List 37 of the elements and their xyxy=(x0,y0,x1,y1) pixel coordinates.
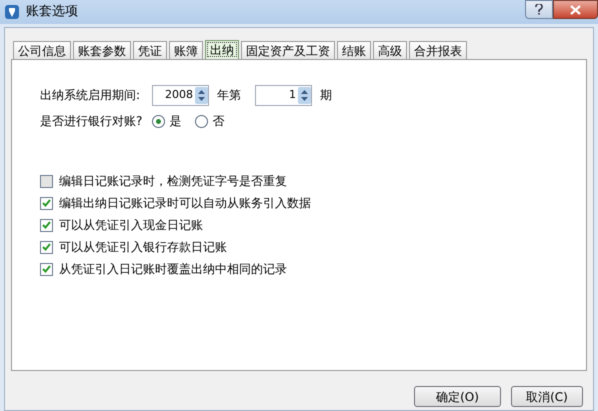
window-title: 账套选项 xyxy=(26,3,78,22)
reconcile-label: 是否进行银行对账? xyxy=(40,113,142,130)
option-label: 可以从凭证引入现金日记账 xyxy=(59,217,203,234)
checkbox[interactable] xyxy=(40,240,53,254)
checkbox[interactable] xyxy=(40,218,53,232)
tab[interactable]: 合并报表 xyxy=(409,41,467,59)
question-icon xyxy=(535,4,543,15)
tab[interactable]: 账套参数 xyxy=(73,41,131,59)
checkbox[interactable] xyxy=(40,196,53,210)
period-suffix: 期 xyxy=(320,87,332,104)
tab[interactable]: 高级 xyxy=(373,41,407,59)
close-icon xyxy=(570,4,581,14)
tab[interactable]: 出纳 xyxy=(205,40,239,59)
option-label: 从凭证引入日记账时覆盖出纳中相同的记录 xyxy=(59,261,287,278)
ok-button[interactable]: 确定(O) xyxy=(414,386,501,407)
tab[interactable]: 账簿 xyxy=(169,41,203,59)
option-label: 编辑日记账记录时，检测凭证字号是否重复 xyxy=(59,173,287,190)
option-label: 编辑出纳日记账记录时可以自动从账务引入数据 xyxy=(59,195,311,212)
help-button[interactable] xyxy=(525,0,553,19)
app-icon xyxy=(4,4,20,20)
close-button[interactable] xyxy=(553,0,598,19)
spin-arrows-icon xyxy=(195,86,208,104)
year-spinner[interactable]: 2008 xyxy=(152,84,210,106)
radio-option[interactable]: 是 xyxy=(152,112,182,130)
cancel-button[interactable]: 取消(C) xyxy=(511,386,583,407)
tab[interactable]: 凭证 xyxy=(133,41,167,59)
spin-arrows-icon xyxy=(298,86,312,104)
option-label: 可以从凭证引入银行存款日记账 xyxy=(59,239,227,256)
year-suffix: 年第 xyxy=(217,87,242,104)
tab[interactable]: 结账 xyxy=(337,41,371,59)
checkbox[interactable] xyxy=(40,174,53,188)
tab[interactable]: 公司信息 xyxy=(13,41,71,59)
tab[interactable]: 固定资产及工资 xyxy=(241,41,335,59)
radio-option[interactable]: 否 xyxy=(195,112,224,130)
period-spinner[interactable]: 1 xyxy=(255,84,312,106)
period-label: 出纳系统启用期间: xyxy=(40,87,140,104)
checkbox[interactable] xyxy=(40,262,53,276)
